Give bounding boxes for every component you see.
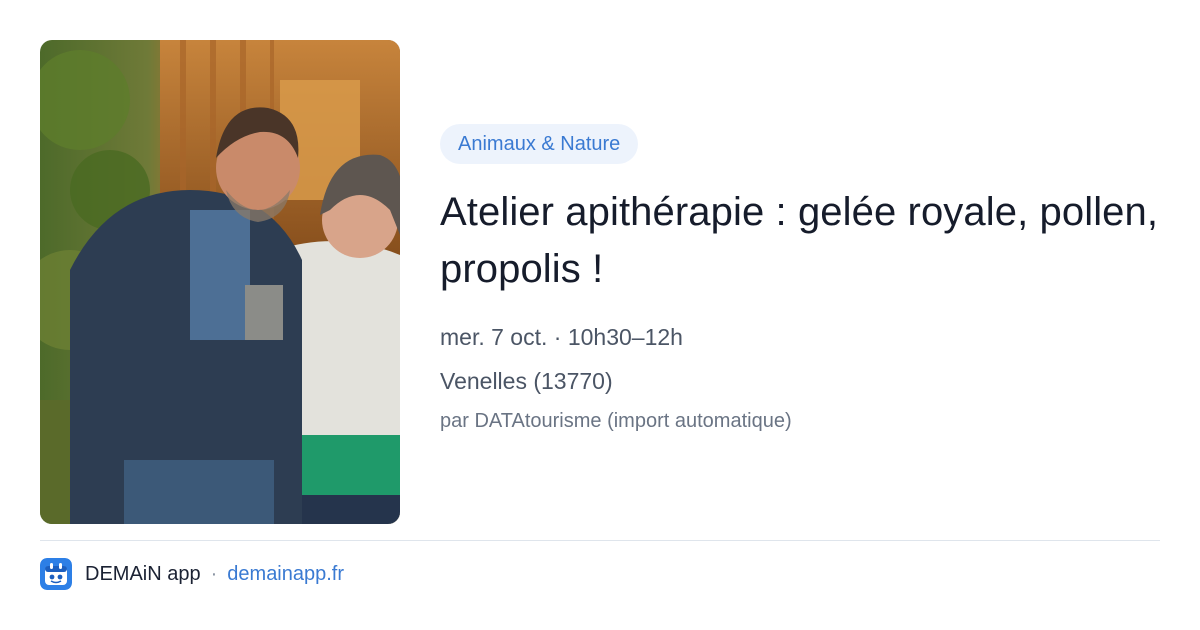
demain-app-icon[interactable] bbox=[40, 558, 72, 590]
footer-separator: · bbox=[210, 562, 218, 585]
event-info: Animaux & Nature Atelier apithérapie : g… bbox=[440, 124, 1160, 434]
event-source: par DATAtourisme (import automatique) bbox=[440, 410, 792, 432]
event-location: Venelles (13770) bbox=[440, 368, 613, 394]
event-date: mer. 7 oct. · 10h30–12h bbox=[440, 324, 683, 350]
footer-divider bbox=[40, 540, 1160, 541]
event-photo[interactable] bbox=[40, 40, 400, 524]
app-name: DEMAiN app bbox=[85, 562, 201, 585]
footer: DEMAiN app · demainapp.fr bbox=[40, 558, 344, 590]
event-card[interactable]: Animaux & Nature Atelier apithérapie : g… bbox=[0, 0, 1200, 540]
category-chip[interactable]: Animaux & Nature bbox=[440, 124, 639, 164]
app-url-link[interactable]: demainapp.fr bbox=[227, 563, 344, 586]
event-title[interactable]: Atelier apithérapie : gelée royale, poll… bbox=[440, 184, 1160, 298]
